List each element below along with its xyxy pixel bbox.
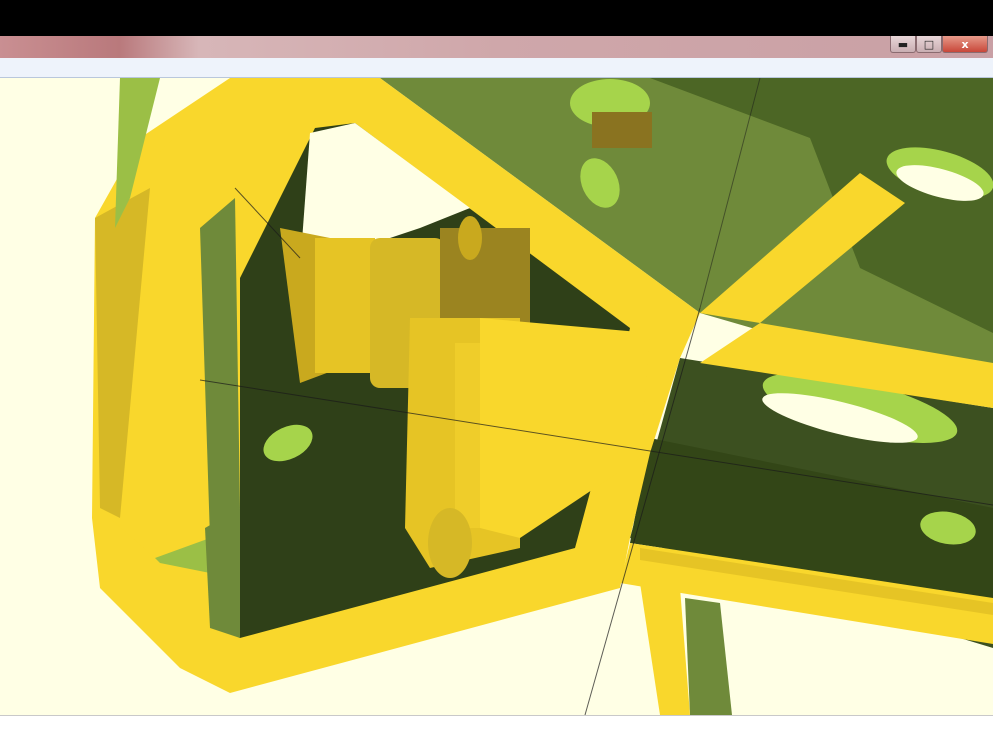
3d-model-render bbox=[0, 78, 993, 715]
minimize-button[interactable]: ▬ bbox=[890, 36, 916, 53]
maximize-button[interactable]: □ bbox=[916, 36, 942, 53]
status-bar bbox=[0, 715, 993, 749]
minimize-icon: ▬ bbox=[897, 37, 909, 51]
close-icon: x bbox=[961, 37, 969, 51]
maximize-icon: □ bbox=[923, 37, 935, 51]
3d-viewport[interactable] bbox=[0, 78, 993, 715]
window-titlebar[interactable]: ▬ □ x bbox=[0, 36, 993, 58]
toolbar bbox=[0, 58, 993, 78]
close-button[interactable]: x bbox=[942, 36, 988, 53]
top-black-bar bbox=[0, 0, 993, 36]
